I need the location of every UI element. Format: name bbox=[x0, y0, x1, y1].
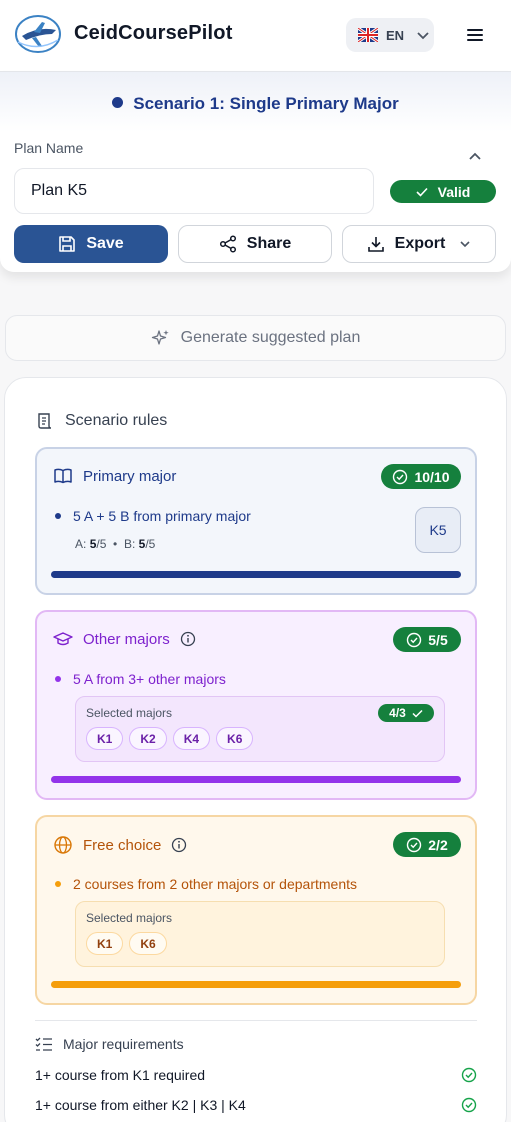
open-book-icon bbox=[54, 468, 72, 484]
other-count-badge: 5/5 bbox=[393, 627, 461, 652]
primary-rule-text: 5 A + 5 B from primary major bbox=[55, 508, 251, 524]
major-requirements-title: Major requirements bbox=[35, 1036, 184, 1052]
progress-fill bbox=[51, 981, 461, 988]
free-rule-text: 2 courses from 2 other majors or departm… bbox=[55, 876, 357, 892]
sparkles-icon bbox=[151, 330, 169, 345]
progress-fill bbox=[51, 571, 461, 578]
other-majors-header: Other majors bbox=[53, 630, 196, 648]
requirement-item: 1+ course from either K2 | K3 | K4 bbox=[35, 1097, 477, 1113]
language-selector[interactable]: EN bbox=[346, 18, 434, 52]
major-chip[interactable]: K6 bbox=[216, 727, 254, 750]
primary-count-badge: 10/10 bbox=[381, 464, 461, 489]
share-icon bbox=[219, 235, 236, 253]
check-circle-icon bbox=[393, 469, 408, 484]
plan-name-input[interactable] bbox=[14, 168, 374, 214]
language-code: EN bbox=[386, 27, 405, 43]
selected-majors-label: Selected majors bbox=[86, 706, 173, 720]
valid-status-badge: Valid bbox=[390, 180, 496, 203]
chevron-up-icon[interactable] bbox=[467, 150, 483, 162]
checklist-icon bbox=[35, 1037, 52, 1051]
scenario-rules-card: Scenario rules Primary major 10/10 5 A +… bbox=[4, 377, 507, 1122]
bullet bbox=[55, 676, 61, 682]
primary-major-header: Primary major bbox=[53, 467, 176, 485]
airplane-logo-icon[interactable] bbox=[12, 12, 64, 56]
divider bbox=[35, 1020, 477, 1021]
other-majors-card: Other majors 5/5 5 A from 3+ other major… bbox=[35, 610, 477, 800]
other-selected-majors: Selected majors 4/3 K1 K2 K4 K6 bbox=[75, 696, 445, 762]
selected-count-badge: 4/3 bbox=[378, 704, 434, 722]
info-icon[interactable] bbox=[171, 837, 187, 853]
save-button[interactable]: Save bbox=[14, 225, 168, 263]
info-icon[interactable] bbox=[180, 631, 196, 647]
primary-major-card: Primary major 10/10 5 A + 5 B from prima… bbox=[35, 447, 477, 595]
scenario-title: Scenario 1: Single Primary Major bbox=[0, 94, 511, 114]
free-progress-bar bbox=[51, 981, 461, 988]
other-rule-text: 5 A from 3+ other majors bbox=[55, 671, 226, 687]
plan-name-label: Plan Name bbox=[14, 140, 84, 156]
progress-fill bbox=[51, 776, 461, 783]
major-chip[interactable]: K4 bbox=[172, 727, 211, 750]
check-circle-icon bbox=[461, 1067, 477, 1083]
bullet bbox=[55, 881, 61, 887]
app-title: CeidCoursePilot bbox=[74, 22, 233, 44]
export-button[interactable]: Export bbox=[342, 225, 496, 263]
check-icon bbox=[412, 709, 423, 718]
graduation-cap-icon bbox=[53, 632, 73, 646]
hamburger-menu-icon[interactable] bbox=[464, 26, 486, 44]
floppy-disk-icon bbox=[59, 236, 76, 252]
primary-major-tile[interactable]: K5 bbox=[415, 507, 461, 553]
check-circle-icon bbox=[407, 837, 422, 852]
major-chip[interactable]: K1 bbox=[86, 727, 124, 750]
scenario-dot bbox=[112, 97, 124, 108]
scroll-icon bbox=[38, 413, 52, 429]
free-choice-header: Free choice bbox=[53, 835, 187, 855]
primary-ab-breakdown: A: 5/5 • B: 5/5 bbox=[75, 537, 156, 551]
selected-majors-label: Selected majors bbox=[86, 911, 173, 925]
requirement-item: 1+ course from K1 required bbox=[35, 1067, 477, 1083]
globe-icon bbox=[54, 836, 72, 854]
major-chip[interactable]: K2 bbox=[129, 727, 167, 750]
scenario-rules-title: Scenario rules bbox=[35, 411, 167, 431]
other-major-chips: K1 K2 K4 K6 bbox=[86, 727, 254, 750]
free-count-badge: 2/2 bbox=[393, 832, 461, 857]
free-major-chips: K1 K6 bbox=[86, 932, 167, 955]
chevron-down-icon bbox=[460, 241, 470, 248]
free-selected-majors: Selected majors K1 K6 bbox=[75, 901, 445, 967]
check-circle-icon bbox=[461, 1097, 477, 1113]
major-chip[interactable]: K6 bbox=[129, 932, 167, 955]
app-header: CeidCoursePilot EN bbox=[0, 0, 511, 72]
free-choice-card: Free choice 2/2 2 courses from 2 other m… bbox=[35, 815, 477, 1005]
check-icon bbox=[416, 187, 428, 197]
chevron-down-icon bbox=[417, 32, 429, 40]
major-chip[interactable]: K1 bbox=[86, 932, 124, 955]
check-circle-icon bbox=[407, 632, 422, 647]
primary-progress-bar bbox=[51, 571, 461, 578]
other-progress-bar bbox=[51, 776, 461, 783]
bullet bbox=[55, 513, 61, 519]
share-button[interactable]: Share bbox=[178, 225, 332, 263]
generate-plan-button[interactable]: Generate suggested plan bbox=[5, 315, 506, 361]
uk-flag-icon bbox=[358, 28, 378, 42]
plan-panel: Scenario 1: Single Primary Major Plan Na… bbox=[0, 72, 511, 272]
download-icon bbox=[367, 237, 384, 252]
